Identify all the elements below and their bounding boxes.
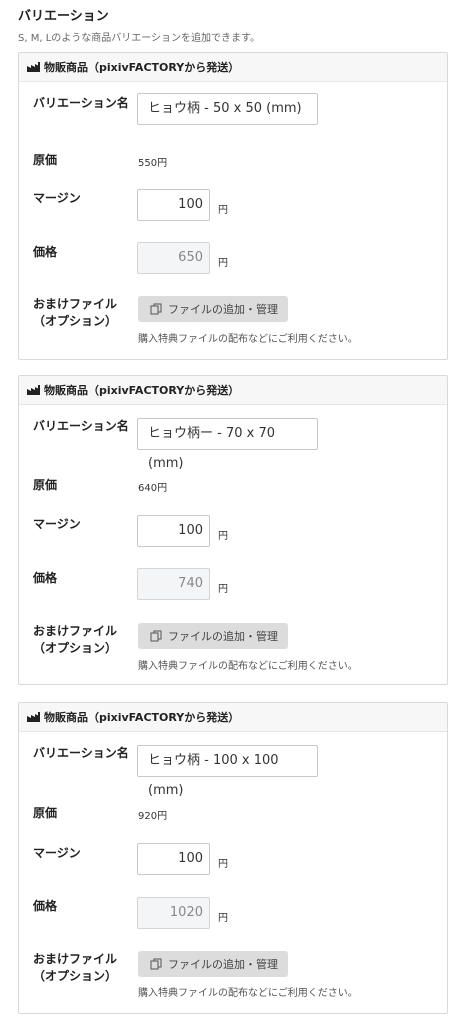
file-hint: 購入特典ファイルの配布などにご利用ください。 <box>138 661 358 672</box>
price-yen-unit: 円 <box>218 584 228 595</box>
card-header: 物販商品（pixivFACTORYから発送） <box>19 53 447 82</box>
copy-file-icon <box>150 630 162 642</box>
margin-label: マージン <box>33 846 81 860</box>
bonus-file-label: おまけファイル（オプション） <box>33 952 118 983</box>
file-button-label: ファイルの追加・管理 <box>168 630 278 643</box>
variation-name-input[interactable]: ヒョウ柄 - 50 x 50 (mm) <box>137 93 318 125</box>
variation-card: 物販商品（pixivFACTORYから発送） バリエーション名 ヒョウ柄 - 1… <box>18 702 448 1014</box>
file-hint: 購入特典ファイルの配布などにご利用ください。 <box>138 334 358 345</box>
margin-label: マージン <box>33 191 81 205</box>
file-add-manage-button[interactable]: ファイルの追加・管理 <box>138 296 288 322</box>
variation-card: 物販商品（pixivFACTORYから発送） バリエーション名 ヒョウ柄 - 5… <box>18 52 448 360</box>
margin-yen-unit: 円 <box>218 531 228 542</box>
variation-name-input[interactable]: ヒョウ柄ー - 70 x 70 (mm) <box>137 418 318 471</box>
variation-name-input[interactable]: ヒョウ柄 - 100 x 100 (mm) <box>137 745 318 798</box>
cost-label: 原価 <box>33 478 58 492</box>
price-input: 1020 <box>137 897 210 929</box>
bonus-file-label: おまけファイル（オプション） <box>33 624 118 655</box>
section-description: S, M, Lのような商品バリエーションを追加できます。 <box>18 33 261 44</box>
cost-value: 920円 <box>138 811 168 822</box>
cost-label: 原価 <box>33 153 58 167</box>
variation-name-label: バリエーション名 <box>33 419 129 433</box>
variation-name-label: バリエーション名 <box>33 746 129 760</box>
factory-icon <box>27 385 40 395</box>
copy-file-icon <box>150 303 162 315</box>
section-title: バリエーション <box>18 9 109 24</box>
variation-card: 物販商品（pixivFACTORYから発送） バリエーション名 ヒョウ柄ー - … <box>18 375 448 685</box>
file-button-label: ファイルの追加・管理 <box>168 303 278 316</box>
file-hint: 購入特典ファイルの配布などにご利用ください。 <box>138 988 358 999</box>
price-label: 価格 <box>33 245 58 259</box>
margin-input[interactable]: 100 <box>137 189 210 221</box>
variation-name-label: バリエーション名 <box>33 96 129 110</box>
card-header-label: 物販商品（pixivFACTORYから発送） <box>44 384 240 397</box>
cost-label: 原価 <box>33 806 58 820</box>
margin-yen-unit: 円 <box>218 205 228 216</box>
margin-input[interactable]: 100 <box>137 515 210 547</box>
price-input: 650 <box>137 242 210 274</box>
file-add-manage-button[interactable]: ファイルの追加・管理 <box>138 951 288 977</box>
file-add-manage-button[interactable]: ファイルの追加・管理 <box>138 623 288 649</box>
card-header-label: 物販商品（pixivFACTORYから発送） <box>44 61 240 74</box>
margin-yen-unit: 円 <box>218 859 228 870</box>
price-yen-unit: 円 <box>218 258 228 269</box>
margin-input[interactable]: 100 <box>137 843 210 875</box>
cost-value: 550円 <box>138 158 168 169</box>
price-input: 740 <box>137 568 210 600</box>
price-label: 価格 <box>33 571 58 585</box>
margin-label: マージン <box>33 517 81 531</box>
card-header-label: 物販商品（pixivFACTORYから発送） <box>44 711 240 724</box>
card-header: 物販商品（pixivFACTORYから発送） <box>19 703 447 732</box>
bonus-file-label: おまけファイル（オプション） <box>33 297 118 328</box>
cost-value: 640円 <box>138 483 168 494</box>
factory-icon <box>27 712 40 722</box>
file-button-label: ファイルの追加・管理 <box>168 958 278 971</box>
copy-file-icon <box>150 958 162 970</box>
price-label: 価格 <box>33 899 58 913</box>
card-header: 物販商品（pixivFACTORYから発送） <box>19 376 447 405</box>
factory-icon <box>27 62 40 72</box>
price-yen-unit: 円 <box>218 913 228 924</box>
